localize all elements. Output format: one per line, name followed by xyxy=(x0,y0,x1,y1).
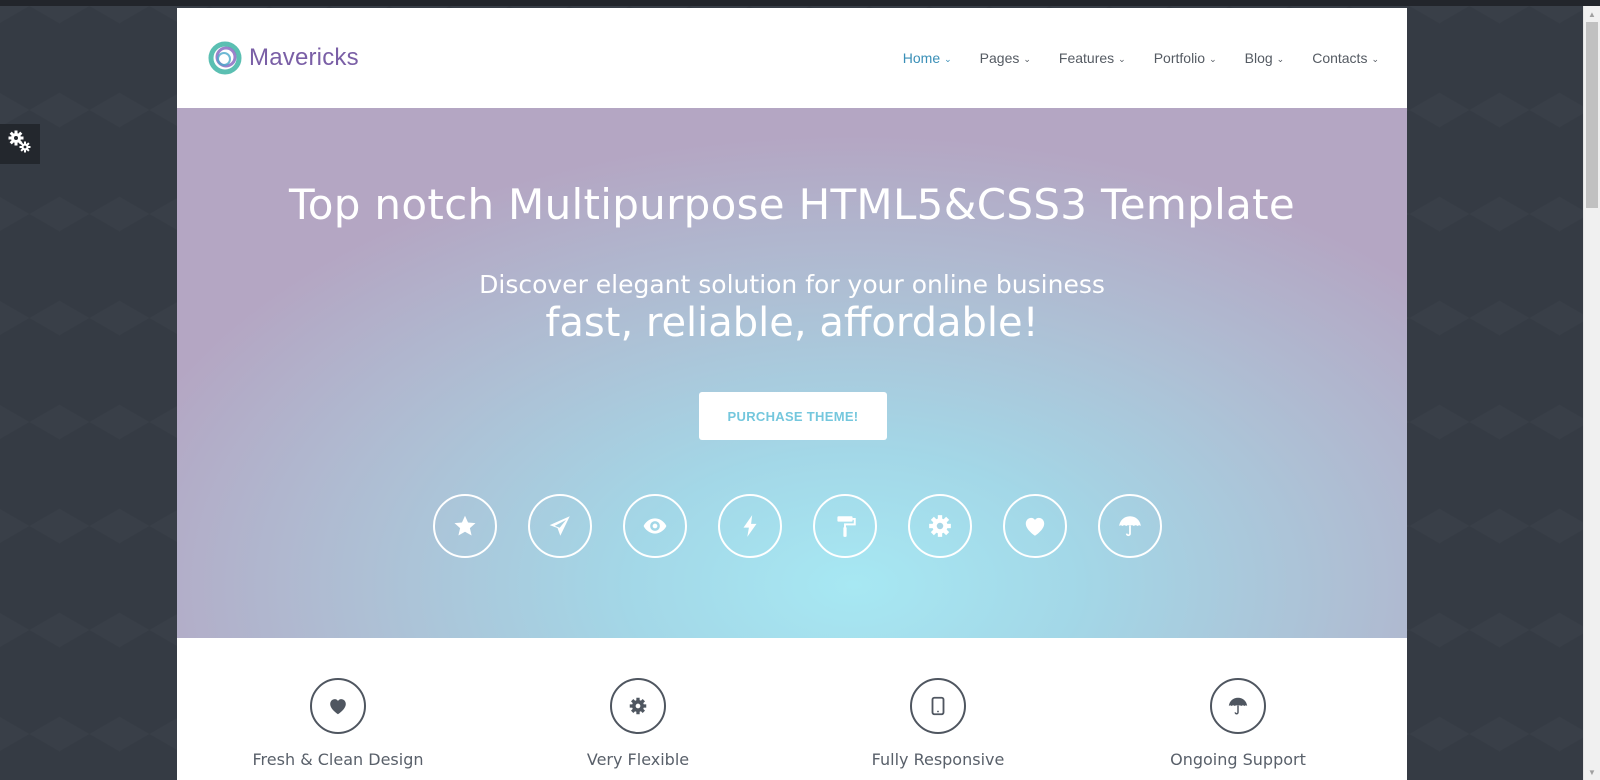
hero-section: Top notch Multipurpose HTML5&CSS3 Templa… xyxy=(177,108,1407,638)
bolt-icon[interactable] xyxy=(718,494,782,558)
nav-item-contacts[interactable]: Contacts ⌄ xyxy=(1312,50,1379,66)
hero-title: Top notch Multipurpose HTML5&CSS3 Templa… xyxy=(288,180,1296,229)
umbrella-icon[interactable] xyxy=(1098,494,1162,558)
style-switcher-toggle[interactable] xyxy=(0,124,40,164)
feature-title: Fresh & Clean Design xyxy=(252,750,424,769)
gear-icon[interactable] xyxy=(908,494,972,558)
nav-item-label: Features xyxy=(1058,50,1115,66)
feature-title: Ongoing Support xyxy=(1170,750,1306,769)
chevron-down-icon: ⌄ xyxy=(1118,54,1126,64)
main-nav: Home ⌄ Pages ⌄ Features ⌄ Portfolio ⌄ Blog ⌄ … xyxy=(875,50,1379,66)
eye-icon[interactable] xyxy=(623,494,687,558)
vertical-scrollbar[interactable]: ▲ ▼ xyxy=(1583,6,1600,780)
hero-icon-row xyxy=(177,494,1407,558)
nav-item-label: Contacts xyxy=(1312,50,1368,66)
site-header: Mavericks Home ⌄ Pages ⌄ Features ⌄ Portfol… xyxy=(177,8,1407,108)
umbrella-icon xyxy=(1210,678,1266,734)
feature-item: Very Flexible xyxy=(488,678,788,769)
feature-item: Fully Responsive xyxy=(788,678,1088,769)
nav-item-label: Pages xyxy=(979,50,1020,66)
logo[interactable]: Mavericks xyxy=(207,40,359,76)
nav-item-features[interactable]: Features ⌄ xyxy=(1059,50,1126,66)
tablet-icon xyxy=(910,678,966,734)
feature-item: Fresh & Clean Design xyxy=(188,678,488,769)
nav-item-home[interactable]: Home ⌄ xyxy=(903,50,952,66)
scrollbar-thumb[interactable] xyxy=(1586,22,1598,208)
scroll-up-arrow-icon[interactable]: ▲ xyxy=(1584,6,1600,22)
chevron-down-icon: ⌄ xyxy=(944,54,952,64)
page-wrapper: Mavericks Home ⌄ Pages ⌄ Features ⌄ Portfol… xyxy=(177,8,1407,780)
hero-tagline: fast, reliable, affordable! xyxy=(545,300,1039,346)
feature-title: Very Flexible xyxy=(586,750,690,769)
feature-title: Fully Responsive xyxy=(871,750,1005,769)
heart-icon xyxy=(310,678,366,734)
logo-mark-icon xyxy=(208,41,242,75)
settings-gears-icon xyxy=(8,130,32,159)
feature-item: Ongoing Support xyxy=(1088,678,1388,769)
chevron-down-icon: ⌄ xyxy=(1276,54,1285,64)
paint-roller-icon[interactable] xyxy=(813,494,877,558)
gear-icon xyxy=(610,678,666,734)
features-section: Fresh & Clean Design Very Flexible Fully… xyxy=(177,638,1407,780)
nav-item-pages[interactable]: Pages ⌄ xyxy=(980,50,1031,66)
nav-item-portfolio[interactable]: Portfolio ⌄ xyxy=(1154,50,1217,66)
scroll-down-arrow-icon[interactable]: ▼ xyxy=(1584,764,1600,780)
hero-subtitle: Discover elegant solution for your onlin… xyxy=(479,270,1105,299)
nav-item-label: Blog xyxy=(1244,50,1273,66)
chevron-down-icon: ⌄ xyxy=(1209,54,1217,64)
nav-item-label: Portfolio xyxy=(1153,50,1206,66)
nav-item-blog[interactable]: Blog ⌄ xyxy=(1245,50,1285,66)
logo-text: Mavericks xyxy=(249,44,359,71)
chevron-down-icon: ⌄ xyxy=(1023,54,1031,64)
purchase-theme-button[interactable]: PURCHASE THEME! xyxy=(699,392,887,440)
heart-icon[interactable] xyxy=(1003,494,1067,558)
nav-item-label: Home xyxy=(902,50,941,66)
chevron-down-icon: ⌄ xyxy=(1371,54,1379,64)
star-icon[interactable] xyxy=(433,494,497,558)
paper-plane-icon[interactable] xyxy=(528,494,592,558)
